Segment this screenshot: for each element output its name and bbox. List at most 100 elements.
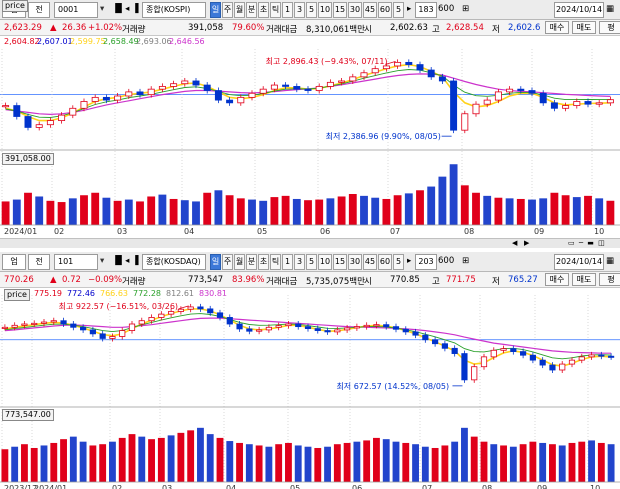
period-button[interactable]: 5: [306, 254, 317, 270]
amount-value: 5,735,075백만: [306, 277, 365, 287]
period-button[interactable]: 60: [378, 254, 392, 270]
period-button[interactable]: 주: [222, 2, 233, 18]
buy-order-button[interactable]: 매수: [545, 21, 569, 34]
count-input[interactable]: 183: [415, 2, 437, 18]
period-button[interactable]: 10: [318, 254, 332, 270]
calendar-icon[interactable]: ▦: [606, 2, 618, 18]
volume-value: 773,547: [188, 275, 224, 285]
date-input[interactable]: 2024/10/14: [554, 2, 604, 18]
high-label: 고: [432, 25, 440, 35]
period-button[interactable]: 30: [348, 254, 362, 270]
period-button[interactable]: 틱: [270, 254, 281, 270]
period-button[interactable]: 일: [210, 254, 221, 270]
period-button[interactable]: 15: [333, 2, 347, 18]
balance-button[interactable]: 평: [599, 21, 620, 34]
volume-bar: [265, 446, 273, 482]
period-button[interactable]: 3: [294, 254, 305, 270]
sort-icon[interactable]: ▐▌◂ ▐: [112, 254, 142, 270]
period-button[interactable]: 3: [294, 2, 305, 18]
candle: [148, 317, 155, 322]
volume-bar: [402, 442, 410, 482]
low-annotation: 최저 2,386.96 (9.90%, 08/05): [325, 132, 441, 142]
period-button[interactable]: 분: [246, 2, 257, 18]
volume-bar: [148, 439, 155, 482]
sell-order-button[interactable]: 매도: [572, 273, 596, 286]
volume-bar: [50, 442, 58, 482]
zoom-icon[interactable]: ⊞: [462, 254, 474, 270]
volume-bar: [118, 437, 126, 482]
candle: [500, 348, 507, 351]
candle: [314, 328, 321, 331]
balance-button[interactable]: 평: [599, 273, 620, 286]
sell-order-button[interactable]: 매도: [572, 21, 596, 34]
period-button[interactable]: 분: [246, 254, 257, 270]
expand-icon[interactable]: ▸: [407, 254, 415, 270]
candle: [427, 69, 435, 78]
volume-bar: [294, 445, 302, 482]
scroll-right-icon[interactable]: ▶: [524, 240, 534, 247]
scroll-left-icon[interactable]: ◀: [512, 240, 522, 247]
count-input[interactable]: 203: [415, 254, 437, 270]
calendar-icon[interactable]: ▦: [606, 254, 618, 270]
period-button[interactable]: 초: [258, 2, 269, 18]
period-button[interactable]: 일: [210, 2, 221, 18]
period-button[interactable]: 45: [363, 254, 377, 270]
volume-bar: [509, 446, 517, 482]
x-tick-label: 02: [112, 484, 122, 489]
period-button[interactable]: 월: [234, 254, 245, 270]
candle: [125, 91, 133, 97]
sort-icon[interactable]: ▐▌◂ ▐: [112, 2, 142, 18]
period-button[interactable]: 60: [378, 2, 392, 18]
date-input[interactable]: 2024/10/14: [554, 254, 604, 270]
candle: [549, 364, 556, 371]
volume-bar: [348, 194, 357, 225]
x-tick-label: 2023/12: [4, 484, 37, 489]
x-tick-label: 03: [162, 484, 172, 489]
volume-bar: [404, 193, 413, 225]
chevron-down-icon[interactable]: ▾: [100, 2, 112, 18]
volume-bar: [480, 441, 488, 482]
volume-bar: [500, 445, 507, 482]
volume-bar: [360, 195, 368, 225]
candle: [506, 88, 514, 93]
code-input[interactable]: 101: [54, 254, 98, 270]
volume-bar: [158, 194, 167, 225]
candle: [214, 90, 222, 101]
mode-select[interactable]: 전: [28, 2, 50, 18]
period-button[interactable]: 월: [234, 2, 245, 18]
buy-order-button[interactable]: 매수: [545, 273, 569, 286]
period-button[interactable]: 5: [393, 2, 404, 18]
volume-bar: [461, 427, 468, 482]
candle: [520, 351, 527, 356]
volume-bar: [550, 192, 559, 225]
zoom-icon[interactable]: ⊞: [462, 2, 474, 18]
horizontal-scrollbar[interactable]: ◀ ▶ ▭ ─ ▬ ◫: [0, 238, 620, 248]
expand-icon[interactable]: ▸: [407, 2, 415, 18]
candle: [170, 83, 178, 87]
period-button[interactable]: 틱: [270, 2, 281, 18]
code-input[interactable]: 0001: [54, 2, 98, 18]
period-button[interactable]: 15: [333, 254, 347, 270]
period-button[interactable]: 10: [318, 2, 332, 18]
volume-bar: [449, 164, 458, 225]
period-button[interactable]: 1: [282, 2, 293, 18]
period-button[interactable]: 5: [306, 2, 317, 18]
candle: [226, 317, 233, 325]
period-button[interactable]: 30: [348, 2, 362, 18]
period-button[interactable]: 1: [282, 254, 293, 270]
type-select[interactable]: 업: [2, 254, 26, 270]
period-button[interactable]: 주: [222, 254, 233, 270]
mode-select[interactable]: 전: [28, 254, 50, 270]
status-bar: 2,623.29 ▲ 26.36 +1.02% 거래량 391,058 79.60% 거래대금…: [0, 20, 620, 36]
volume-bar: [343, 442, 351, 482]
chevron-down-icon[interactable]: ▾: [100, 254, 112, 270]
zoom-slider[interactable]: ▭ ─ ▬ ◫: [568, 240, 618, 247]
volume-bar: [421, 446, 429, 482]
volume-label: 거래량: [122, 277, 146, 287]
price-chart[interactable]: 2023/122024/01 02 03 04 05 06 07 08 09 10: [0, 289, 620, 489]
period-button[interactable]: 5: [393, 254, 404, 270]
candle: [168, 311, 175, 315]
period-button[interactable]: 초: [258, 254, 269, 270]
candle: [50, 320, 57, 323]
period-button[interactable]: 45: [363, 2, 377, 18]
